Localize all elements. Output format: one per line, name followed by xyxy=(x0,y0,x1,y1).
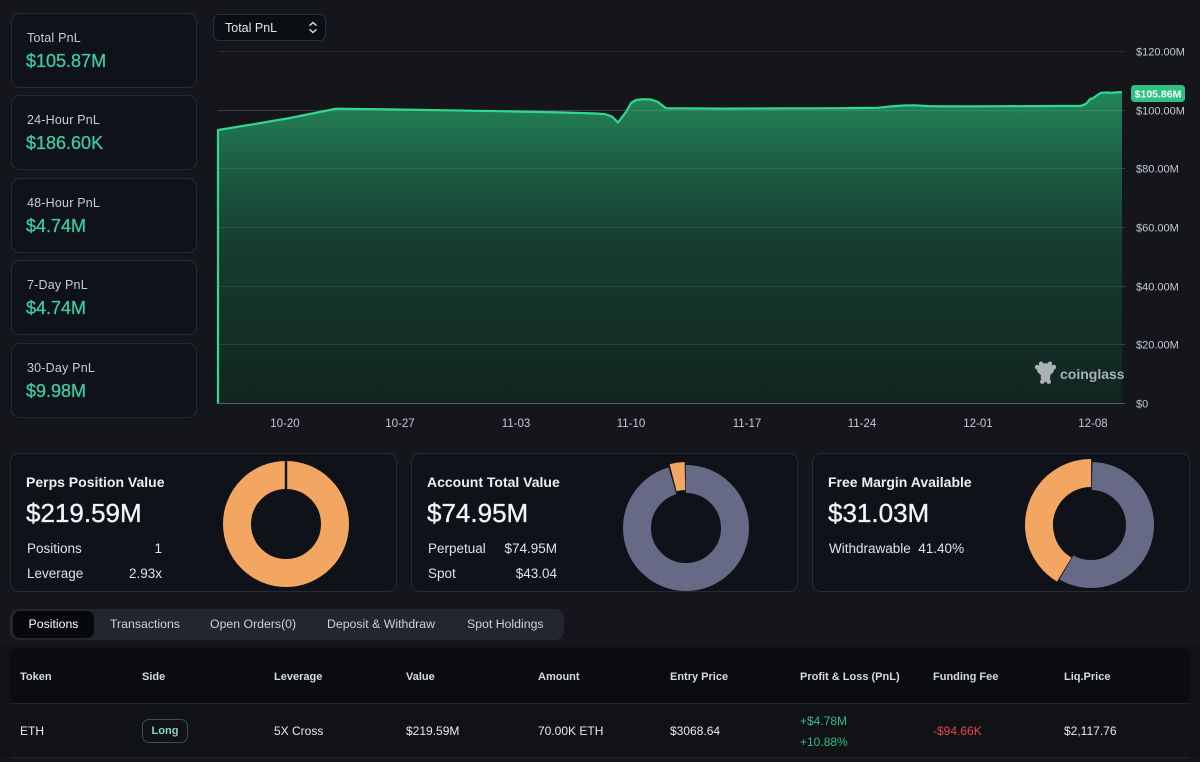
svg-text:$120.00M: $120.00M xyxy=(1136,47,1185,59)
svg-text:12-08: 12-08 xyxy=(1078,418,1107,430)
svg-text:$80.00M: $80.00M xyxy=(1136,164,1179,176)
svg-text:11-10: 11-10 xyxy=(617,418,646,430)
svg-text:11-24: 11-24 xyxy=(848,418,877,430)
svg-text:$20.00M: $20.00M xyxy=(1136,340,1179,352)
svg-text:12-01: 12-01 xyxy=(963,418,992,430)
svg-text:$105.86M: $105.86M xyxy=(1135,89,1182,101)
svg-text:$60.00M: $60.00M xyxy=(1136,223,1179,235)
svg-text:11-17: 11-17 xyxy=(733,418,762,430)
svg-text:coinglass: coinglass xyxy=(1060,366,1125,382)
svg-text:$100.00M: $100.00M xyxy=(1136,106,1185,118)
svg-text:10-20: 10-20 xyxy=(270,418,299,430)
svg-text:$0: $0 xyxy=(1136,399,1148,411)
svg-text:10-27: 10-27 xyxy=(385,418,414,430)
svg-text:$40.00M: $40.00M xyxy=(1136,282,1179,294)
svg-text:11-03: 11-03 xyxy=(502,418,531,430)
